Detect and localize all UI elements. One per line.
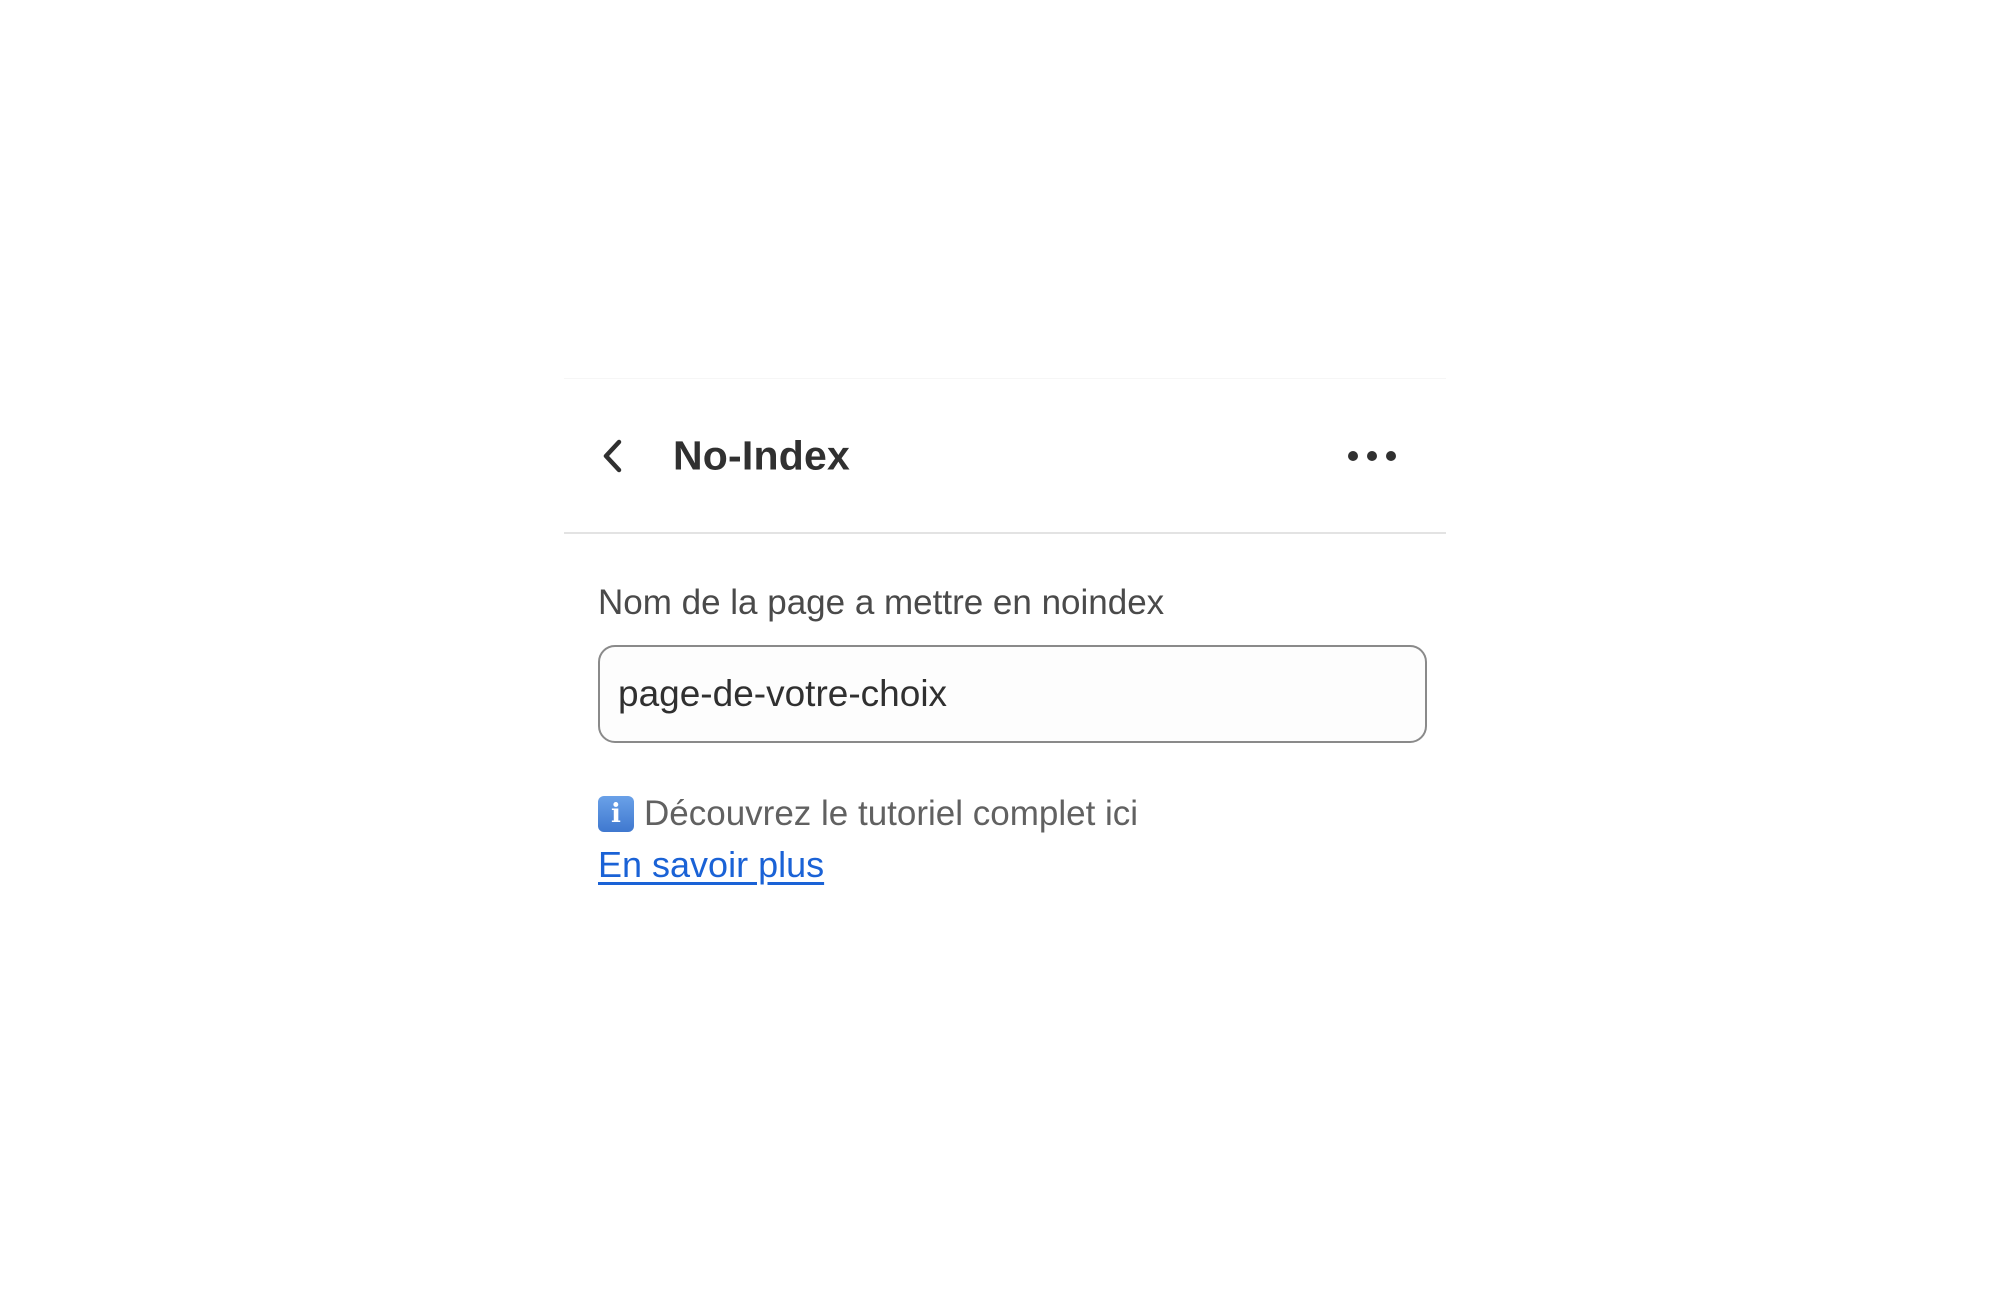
panel-header: No-Index bbox=[564, 379, 1446, 534]
settings-panel: No-Index Nom de la page a mettre en noin… bbox=[564, 378, 1446, 885]
info-text: Découvrez le tutoriel complet ici bbox=[644, 793, 1139, 833]
learn-more-link[interactable]: En savoir plus bbox=[598, 845, 824, 885]
ellipsis-horizontal-icon bbox=[1348, 450, 1396, 461]
more-actions-button[interactable] bbox=[1342, 436, 1402, 476]
page-name-input[interactable] bbox=[598, 644, 1427, 743]
chevron-left-icon bbox=[603, 439, 622, 472]
page-name-label: Nom de la page a mettre en noindex bbox=[598, 583, 1165, 622]
info-row: i Découvrez le tutoriel complet ici bbox=[598, 793, 1412, 834]
back-button[interactable] bbox=[590, 433, 636, 479]
information-icon: i bbox=[598, 795, 634, 832]
panel-body: Nom de la page a mettre en noindex i Déc… bbox=[564, 583, 1446, 885]
page-title: No-Index bbox=[673, 432, 850, 478]
